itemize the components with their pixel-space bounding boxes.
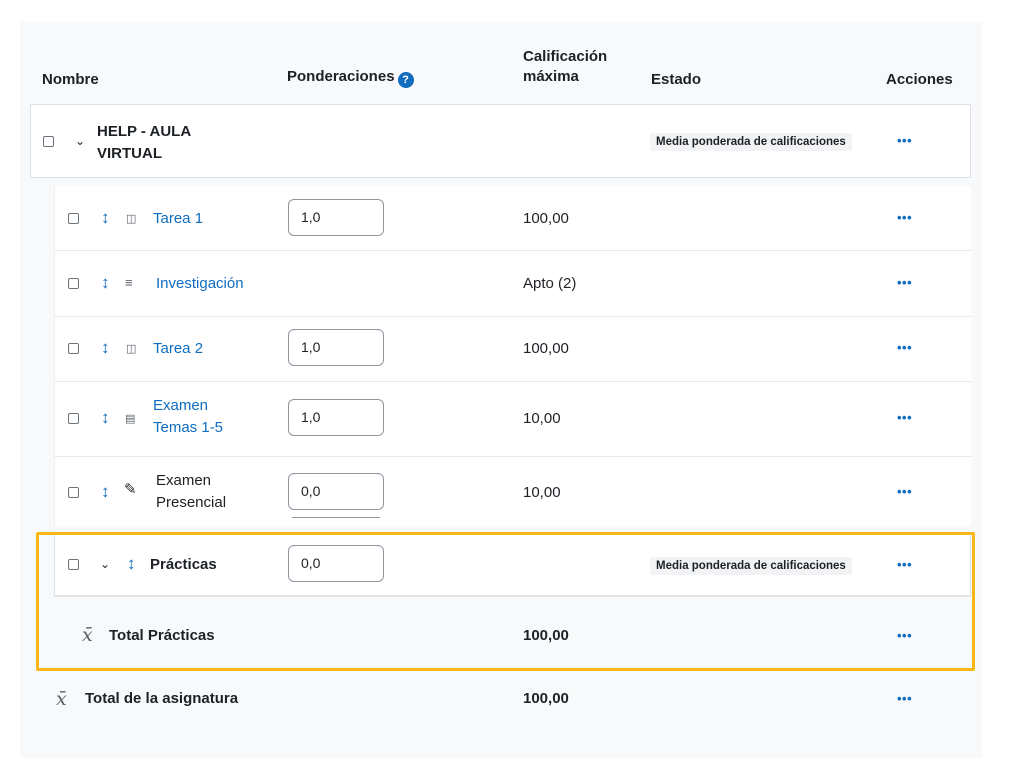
total-asignatura-actions-menu[interactable]: ••• (897, 691, 912, 706)
category-name-line2: VIRTUAL (97, 145, 162, 162)
total-asignatura-label: Total de la asignatura (85, 690, 239, 707)
move-icon[interactable]: ↕ (101, 409, 110, 427)
weight-input[interactable]: 1,0 (288, 329, 384, 366)
total-asignatura-max: 100,00 (523, 690, 569, 707)
category-status-badge: Media ponderada de calificaciones (650, 133, 852, 151)
category-name: HELP - AULA VIRTUAL (97, 121, 191, 165)
weight-input[interactable]: 1,0 (288, 199, 384, 236)
header-nombre[interactable]: Nombre (42, 70, 99, 90)
item-name-link[interactable]: Tarea 2 (153, 338, 203, 360)
assignment-icon: ◫ (126, 343, 137, 355)
item-name-link[interactable]: Investigación (156, 273, 244, 295)
item-checkbox[interactable] (68, 343, 79, 354)
item-actions-menu[interactable]: ••• (897, 275, 912, 290)
item-name-line1: Examen (153, 397, 209, 414)
header-calificacion-line2: máxima (523, 68, 579, 85)
weight-input[interactable]: 0,0 (288, 473, 384, 510)
category-name-line1: HELP - AULA (97, 123, 192, 140)
item-max-grade: 100,00 (523, 340, 569, 357)
header-calificacion-line1: Calificación (523, 48, 608, 65)
row-divider (54, 381, 971, 382)
item-actions-menu[interactable]: ••• (897, 410, 912, 425)
input-underline (292, 517, 380, 518)
item-max-grade: 10,00 (523, 410, 561, 427)
item-actions-menu[interactable]: ••• (897, 340, 912, 355)
assignment-icon: ◫ (126, 213, 137, 225)
item-name: Examen Presencial (156, 470, 226, 514)
header-estado: Estado (651, 71, 702, 88)
item-checkbox[interactable] (68, 487, 79, 498)
item-checkbox[interactable] (68, 413, 79, 424)
weight-input[interactable]: 1,0 (288, 399, 384, 436)
move-icon[interactable]: ↕ (101, 483, 110, 501)
category-checkbox[interactable] (43, 136, 54, 147)
item-max-grade: 10,00 (523, 484, 561, 501)
highlight-frame (36, 532, 975, 671)
header-calificacion-maxima: Calificación máxima (523, 47, 607, 87)
item-name-line1: Examen (156, 472, 212, 489)
item-max-grade: Apto (2) (523, 275, 577, 292)
item-actions-menu[interactable]: ••• (897, 484, 912, 499)
header-ponderaciones: Ponderaciones? (287, 67, 414, 88)
row-divider (54, 316, 971, 317)
help-icon[interactable]: ? (397, 72, 414, 88)
header-ponderaciones-label: Ponderaciones (287, 68, 395, 85)
checklist-icon: ≡ (125, 275, 133, 290)
edit-icon: ✎ (124, 481, 137, 498)
item-actions-menu[interactable]: ••• (897, 210, 912, 225)
item-checkbox[interactable] (68, 213, 79, 224)
item-name-line2: Temas 1-5 (153, 419, 224, 436)
category-actions-menu[interactable]: ••• (897, 133, 912, 148)
chevron-down-icon[interactable]: ⌄ (75, 134, 85, 148)
quiz-icon: ▤ (125, 413, 136, 425)
header-acciones: Acciones (886, 71, 953, 88)
item-name-link[interactable]: Examen Temas 1-5 (153, 395, 223, 439)
row-divider (54, 250, 971, 251)
item-max-grade: 100,00 (523, 210, 569, 227)
mean-icon: x̄ (56, 688, 67, 710)
move-icon[interactable]: ↕ (101, 209, 110, 227)
item-name-line2: Presencial (156, 494, 227, 511)
item-name-link[interactable]: Tarea 1 (153, 208, 203, 230)
row-divider (54, 456, 971, 457)
move-icon[interactable]: ↕ (101, 339, 110, 357)
move-icon[interactable]: ↕ (101, 274, 110, 292)
item-checkbox[interactable] (68, 278, 79, 289)
